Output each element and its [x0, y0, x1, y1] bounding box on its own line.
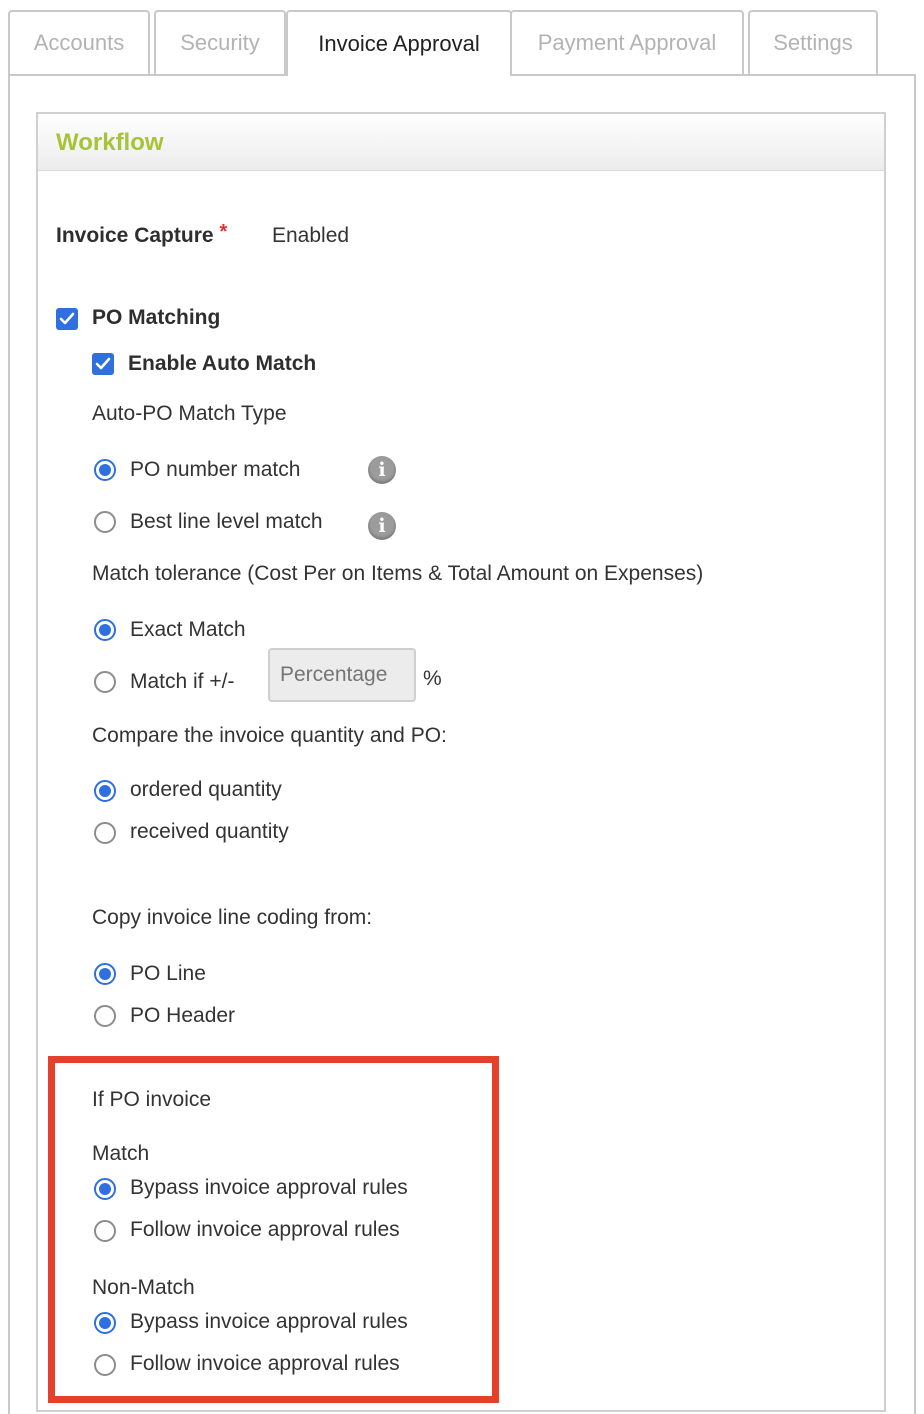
- tab-label: Security: [180, 30, 260, 55]
- match-bypass-radio[interactable]: [94, 1178, 116, 1200]
- match-follow-label: Follow invoice approval rules: [130, 1218, 400, 1241]
- invoice-capture-text: Invoice Capture: [56, 224, 214, 247]
- auto-match-checkbox[interactable]: [92, 353, 114, 375]
- po-number-match-label: PO number match: [130, 458, 301, 481]
- info-icon[interactable]: i: [368, 456, 396, 484]
- best-line-level-match-label: Best line level match: [130, 510, 323, 533]
- tab-settings[interactable]: Settings: [748, 10, 878, 74]
- po-number-match-radio[interactable]: [94, 459, 116, 481]
- compare-quantity-label: Compare the invoice quantity and PO:: [92, 724, 447, 747]
- match-tolerance-label: Match tolerance (Cost Per on Items & Tot…: [92, 562, 704, 585]
- received-quantity-label: received quantity: [130, 820, 289, 843]
- panel-title: Workflow: [56, 129, 164, 156]
- non-match-follow-label: Follow invoice approval rules: [130, 1352, 400, 1375]
- checkmark-icon: [95, 357, 111, 370]
- match-if-label: Match if +/-: [130, 670, 235, 693]
- exact-match-label: Exact Match: [130, 618, 246, 641]
- tab-accounts[interactable]: Accounts: [8, 10, 150, 74]
- required-marker: *: [219, 221, 228, 243]
- tab-label: Accounts: [33, 30, 125, 55]
- invoice-capture-label: Invoice Capture *: [56, 221, 228, 248]
- auto-match-label: Enable Auto Match: [128, 352, 317, 375]
- po-header-label: PO Header: [130, 1004, 236, 1027]
- tab-security[interactable]: Security: [154, 10, 286, 74]
- ordered-quantity-label: ordered quantity: [130, 778, 282, 801]
- checkmark-icon: [59, 312, 75, 325]
- ordered-quantity-radio[interactable]: [94, 780, 116, 802]
- non-match-bypass-label: Bypass invoice approval rules: [130, 1310, 408, 1333]
- tab-label: Settings: [773, 30, 853, 55]
- tab-label: Invoice Approval: [318, 31, 480, 56]
- match-bypass-label: Bypass invoice approval rules: [130, 1176, 408, 1199]
- match-follow-radio[interactable]: [94, 1220, 116, 1242]
- received-quantity-radio[interactable]: [94, 822, 116, 844]
- non-match-bypass-radio[interactable]: [94, 1312, 116, 1334]
- invoice-capture-value: Enabled: [272, 224, 350, 247]
- match-section-label: Match: [92, 1142, 150, 1165]
- percent-sign: %: [423, 667, 442, 690]
- info-icon[interactable]: i: [368, 512, 396, 540]
- best-line-level-match-radio[interactable]: [94, 511, 116, 533]
- copy-coding-label: Copy invoice line coding from:: [92, 906, 373, 929]
- po-matching-checkbox[interactable]: [56, 308, 78, 330]
- tab-invoice-approval[interactable]: Invoice Approval: [286, 10, 512, 76]
- po-header-radio[interactable]: [94, 1005, 116, 1027]
- tab-label: Payment Approval: [537, 30, 717, 55]
- po-line-radio[interactable]: [94, 963, 116, 985]
- percentage-input[interactable]: [268, 648, 416, 702]
- po-line-label: PO Line: [130, 962, 206, 985]
- non-match-section-label: Non-Match: [92, 1276, 195, 1299]
- panel-header: Workflow: [38, 114, 884, 171]
- match-if-radio[interactable]: [94, 671, 116, 693]
- auto-po-match-type-label: Auto-PO Match Type: [92, 402, 287, 425]
- if-po-invoice-label: If PO invoice: [92, 1088, 212, 1111]
- po-matching-label: PO Matching: [92, 306, 221, 329]
- tab-payment-approval[interactable]: Payment Approval: [510, 10, 744, 74]
- exact-match-radio[interactable]: [94, 619, 116, 641]
- non-match-follow-radio[interactable]: [94, 1354, 116, 1376]
- tab-bar: Accounts Security Invoice Approval Payme…: [8, 10, 918, 76]
